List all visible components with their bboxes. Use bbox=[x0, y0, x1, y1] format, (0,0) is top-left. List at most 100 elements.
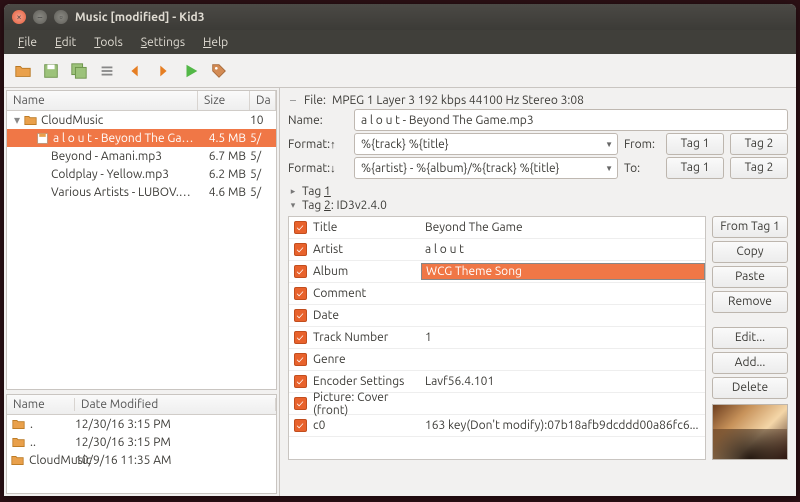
format-dn-label: Format: bbox=[288, 162, 348, 175]
menu-tools[interactable]: Tools bbox=[86, 34, 131, 51]
tag-row[interactable]: ✓Artista l o u t bbox=[289, 239, 705, 261]
tag-value[interactable]: Beyond The Game bbox=[421, 221, 705, 234]
tag-row[interactable]: ✓Track Number1 bbox=[289, 327, 705, 349]
tag-checkbox[interactable]: ✓ bbox=[289, 397, 311, 410]
folder-icon bbox=[11, 418, 25, 431]
right-pane: – File: MPEG 1 Layer 3 192 kbps 44100 Hz… bbox=[280, 88, 796, 496]
tag-checkbox[interactable]: ✓ bbox=[289, 331, 311, 344]
next-icon[interactable] bbox=[150, 58, 176, 84]
menu-file[interactable]: File bbox=[10, 34, 45, 51]
to-tag1-button[interactable]: Tag 1 bbox=[666, 157, 724, 179]
menubar: File Edit Tools Settings Help bbox=[4, 30, 796, 54]
tag-checkbox[interactable]: ✓ bbox=[289, 419, 311, 432]
to-tag2-button[interactable]: Tag 2 bbox=[730, 157, 788, 179]
toolbar bbox=[4, 54, 796, 88]
filelist-header-name[interactable]: Name bbox=[7, 91, 198, 110]
from-tag2-button[interactable]: Tag 2 bbox=[730, 133, 788, 155]
file-row[interactable]: Beyond - Amani.mp3 6.7 MB 5/ bbox=[7, 147, 276, 165]
tag-name: Album bbox=[311, 265, 421, 278]
select-all-icon[interactable] bbox=[94, 58, 120, 84]
tag-checkbox[interactable]: ✓ bbox=[289, 375, 311, 388]
left-pane: Name Size Da ▾ CloudMusic 10 a l o u t -… bbox=[4, 88, 280, 496]
save-all-icon[interactable] bbox=[66, 58, 92, 84]
format-dn-combo[interactable]: %{artist} - %{album}/%{track} %{title}▼ bbox=[354, 157, 618, 179]
tag-row[interactable]: ✓Date bbox=[289, 305, 705, 327]
menu-settings[interactable]: Settings bbox=[133, 34, 193, 51]
file-row[interactable]: Coldplay - Yellow.mp3 6.2 MB 5/ bbox=[7, 165, 276, 183]
dir-row[interactable]: CloudMusic 10/9/16 11:35 AM bbox=[7, 451, 276, 469]
add-button[interactable]: Add... bbox=[712, 352, 788, 374]
tag-row[interactable]: ✓Comment bbox=[289, 283, 705, 305]
remove-button[interactable]: Remove bbox=[712, 291, 788, 313]
dir-list[interactable]: Name Date Modified . 12/30/16 3:15 PM ..… bbox=[6, 394, 277, 494]
window-title: Music [modified] - Kid3 bbox=[75, 11, 205, 24]
tag-row[interactable]: ✓Genre bbox=[289, 349, 705, 371]
name-input[interactable] bbox=[354, 109, 788, 131]
chevron-right-icon[interactable]: ▸ bbox=[288, 186, 298, 197]
tag-icon[interactable] bbox=[206, 58, 232, 84]
prev-icon[interactable] bbox=[122, 58, 148, 84]
chevron-down-icon[interactable]: ▾ bbox=[11, 113, 23, 127]
dirlist-header-date[interactable]: Date Modified bbox=[75, 398, 276, 411]
disk-icon bbox=[35, 132, 49, 145]
tag-name: Title bbox=[311, 221, 421, 234]
tag-value[interactable]: Lavf56.4.101 bbox=[421, 375, 705, 388]
tag-grid[interactable]: ✓TitleBeyond The Game✓Artista l o u t✓Al… bbox=[288, 216, 706, 460]
tag-value[interactable]: 163 key(Don't modify):07b18afb9dcddd00a8… bbox=[421, 419, 705, 432]
filelist-header-size[interactable]: Size bbox=[198, 91, 250, 110]
minimize-icon[interactable]: – bbox=[33, 10, 47, 24]
edit-button[interactable]: Edit... bbox=[712, 327, 788, 349]
paste-button[interactable]: Paste bbox=[712, 266, 788, 288]
format-up-combo[interactable]: %{track} %{title}▼ bbox=[354, 133, 618, 155]
name-label: Name: bbox=[288, 114, 348, 127]
delete-button[interactable]: Delete bbox=[712, 377, 788, 399]
tag-checkbox[interactable]: ✓ bbox=[289, 309, 311, 322]
tree-tag2[interactable]: ▾Tag 2: ID3v2.4.0 bbox=[288, 199, 788, 212]
tag-value[interactable]: WCG Theme Song bbox=[421, 263, 705, 280]
dirlist-header-name[interactable]: Name bbox=[7, 398, 75, 411]
tree-tag1[interactable]: ▸Tag 1 bbox=[288, 185, 788, 198]
tag-row[interactable]: ✓TitleBeyond The Game bbox=[289, 217, 705, 239]
cover-art[interactable] bbox=[712, 404, 788, 460]
maximize-icon[interactable]: ▫ bbox=[54, 10, 68, 24]
tag-name: Picture: Cover (front) bbox=[311, 391, 421, 417]
tag-name: Date bbox=[311, 309, 421, 322]
tag-name: Track Number bbox=[311, 331, 421, 344]
file-row[interactable]: Various Artists - LUBOV.mp3 4.6 MB 5/ bbox=[7, 183, 276, 201]
from-tag1-button[interactable]: Tag 1 bbox=[666, 133, 724, 155]
filelist-header-date[interactable]: Da bbox=[250, 91, 276, 110]
menu-help[interactable]: Help bbox=[195, 34, 236, 51]
tree-folder-row[interactable]: ▾ CloudMusic 10 bbox=[7, 111, 276, 129]
tag-value[interactable]: a l o u t bbox=[421, 243, 705, 256]
fromtag1-button[interactable]: From Tag 1 bbox=[712, 216, 788, 238]
dir-row[interactable]: .. 12/30/16 3:15 PM bbox=[7, 433, 276, 451]
tag-value[interactable]: 1 bbox=[421, 331, 705, 344]
titlebar: × – ▫ Music [modified] - Kid3 bbox=[4, 4, 796, 30]
tag-row[interactable]: ✓AlbumWCG Theme Song bbox=[289, 261, 705, 283]
file-list[interactable]: Name Size Da ▾ CloudMusic 10 a l o u t -… bbox=[6, 90, 277, 390]
tag-checkbox[interactable]: ✓ bbox=[289, 265, 311, 278]
save-icon[interactable] bbox=[38, 58, 64, 84]
tag-name: c0 bbox=[311, 419, 421, 432]
file-row[interactable]: a l o u t - Beyond The Game.mp3 4.5 MB 5… bbox=[7, 129, 276, 147]
tag-row[interactable]: ✓c0163 key(Don't modify):07b18afb9dcddd0… bbox=[289, 415, 705, 437]
tag-name: Artist bbox=[311, 243, 421, 256]
tag-checkbox[interactable]: ✓ bbox=[289, 221, 311, 234]
folder-icon bbox=[11, 454, 24, 467]
open-folder-icon[interactable] bbox=[10, 58, 36, 84]
collapse-icon[interactable]: – bbox=[288, 94, 298, 107]
file-label: File: bbox=[304, 94, 326, 107]
file-info: MPEG 1 Layer 3 192 kbps 44100 Hz Stereo … bbox=[332, 94, 584, 107]
tag-row[interactable]: ✓Picture: Cover (front) bbox=[289, 393, 705, 415]
play-icon[interactable] bbox=[178, 58, 204, 84]
from-label: From: bbox=[624, 138, 660, 151]
tag-checkbox[interactable]: ✓ bbox=[289, 287, 311, 300]
copy-button[interactable]: Copy bbox=[712, 241, 788, 263]
tag-checkbox[interactable]: ✓ bbox=[289, 353, 311, 366]
close-icon[interactable]: × bbox=[12, 10, 26, 24]
dir-row[interactable]: . 12/30/16 3:15 PM bbox=[7, 415, 276, 433]
menu-edit[interactable]: Edit bbox=[47, 34, 84, 51]
tag-checkbox[interactable]: ✓ bbox=[289, 243, 311, 256]
chevron-down-icon[interactable]: ▾ bbox=[288, 200, 298, 211]
folder-icon bbox=[23, 114, 37, 127]
